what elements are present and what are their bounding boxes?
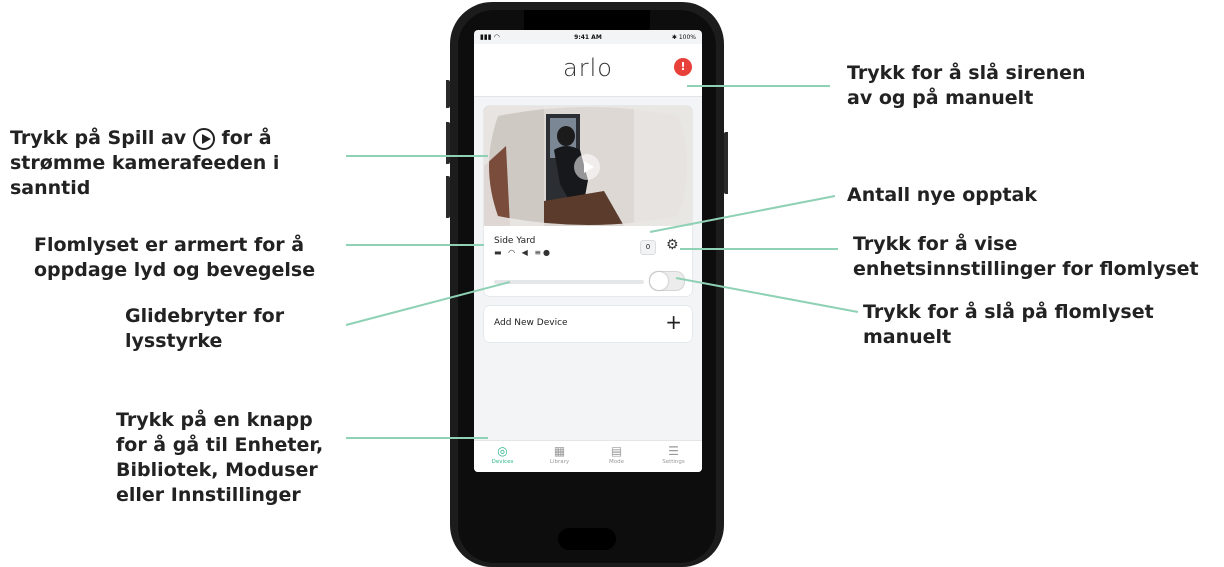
- callout-play-text-a: Trykk på Spill av: [10, 127, 187, 149]
- callout-play: Trykk på Spill av for å strømme kamerafe…: [10, 126, 279, 201]
- leader-line-recordings: [649, 195, 836, 233]
- callout-brightness-line-2: lysstyrke: [125, 330, 223, 352]
- callout-play-line-2: strømme kamerafeeden i: [10, 152, 280, 174]
- callout-tabs-line-3: Bibliotek, Moduser: [116, 459, 318, 481]
- callout-play-line-3: sanntid: [10, 177, 91, 199]
- callout-siren: Trykk for å slå sirenen av og på manuelt: [847, 61, 1086, 111]
- callout-settings-line-1: Trykk for å vise: [853, 233, 1018, 255]
- callout-toggle: Trykk for å slå på flomlyset manuelt: [863, 300, 1154, 350]
- callout-new-recordings: Antall nye opptak: [847, 183, 1037, 208]
- callout-siren-line-1: Trykk for å slå sirenen: [847, 62, 1086, 84]
- callout-armed: Flomlyset er armert for å oppdage lyd og…: [34, 233, 315, 283]
- leader-line-brightness: [345, 281, 511, 326]
- callout-settings-line-2: enhetsinnstillinger for flomlyset: [853, 258, 1199, 280]
- play-circle-icon: [192, 127, 215, 150]
- callout-new-recordings-line-1: Antall nye opptak: [847, 184, 1037, 206]
- callout-tabs-line-1: Trykk på en knapp: [116, 409, 313, 431]
- leader-line-toggle: [675, 277, 859, 313]
- callout-tabs: Trykk på en knapp for å gå til Enheter, …: [116, 408, 323, 508]
- callout-tabs-line-4: eller Innstillinger: [116, 484, 301, 506]
- callout-armed-line-2: oppdage lyd og bevegelse: [34, 259, 316, 281]
- callout-brightness-line-1: Glidebryter for: [125, 305, 285, 327]
- callout-armed-line-1: Flomlyset er armert for å: [34, 234, 305, 256]
- callout-toggle-line-1: Trykk for å slå på flomlyset: [863, 301, 1154, 323]
- callout-play-text-b: for å: [221, 127, 272, 149]
- callout-siren-line-2: av og på manuelt: [847, 87, 1034, 109]
- callout-tabs-line-2: for å gå til Enheter,: [116, 434, 324, 456]
- callout-play-line-1: Trykk på Spill av for å: [10, 126, 279, 151]
- callout-settings: Trykk for å vise enhetsinnstillinger for…: [853, 232, 1199, 282]
- callout-brightness: Glidebryter for lysstyrke: [125, 304, 284, 354]
- callout-toggle-line-2: manuelt: [863, 326, 952, 348]
